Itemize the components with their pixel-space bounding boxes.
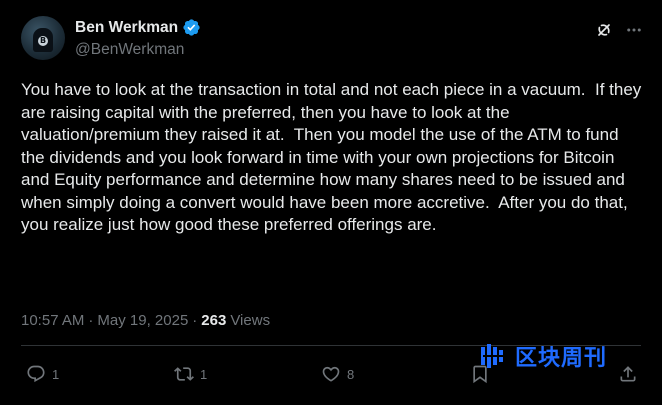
tweet-text: You have to look at the transaction in t…: [21, 80, 647, 234]
share-button[interactable]: [618, 364, 638, 384]
share-icon: [620, 366, 636, 382]
reply-icon: [27, 365, 45, 383]
more-icon[interactable]: [625, 21, 643, 39]
repost-icon: [174, 367, 194, 381]
author-handle[interactable]: @BenWerkman: [75, 41, 184, 59]
bookmark-button[interactable]: [470, 364, 490, 384]
meta-separator: ·: [88, 312, 94, 329]
bookmark-icon: [473, 365, 487, 384]
reply-count: 1: [52, 366, 60, 382]
views-count: 263: [201, 312, 227, 329]
tweet-meta: 10:57 AM · May 19, 2025 · 263 Views: [21, 312, 270, 329]
author-display-name[interactable]: Ben Werkman: [75, 19, 178, 37]
tweet-date[interactable]: May 19, 2025: [97, 312, 188, 329]
like-icon: [322, 366, 340, 382]
repost-count: 1: [200, 366, 208, 382]
views-label: Views: [230, 312, 271, 329]
divider: [21, 345, 641, 346]
grok-icon[interactable]: [594, 20, 614, 40]
meta-separator: ·: [192, 312, 198, 329]
reply-button[interactable]: 1: [26, 364, 59, 384]
like-button[interactable]: 8: [321, 364, 354, 384]
verified-badge-icon: [183, 19, 200, 36]
like-count: 8: [347, 366, 355, 382]
tweet-time[interactable]: 10:57 AM: [21, 312, 84, 329]
repost-button[interactable]: 1: [174, 364, 207, 384]
author-name-row: Ben Werkman: [75, 18, 201, 37]
bitcoin-icon: B: [38, 36, 48, 46]
tweet-card: B Ben Werkman @BenWerkman You have to lo…: [0, 0, 662, 405]
avatar[interactable]: B: [21, 16, 65, 60]
